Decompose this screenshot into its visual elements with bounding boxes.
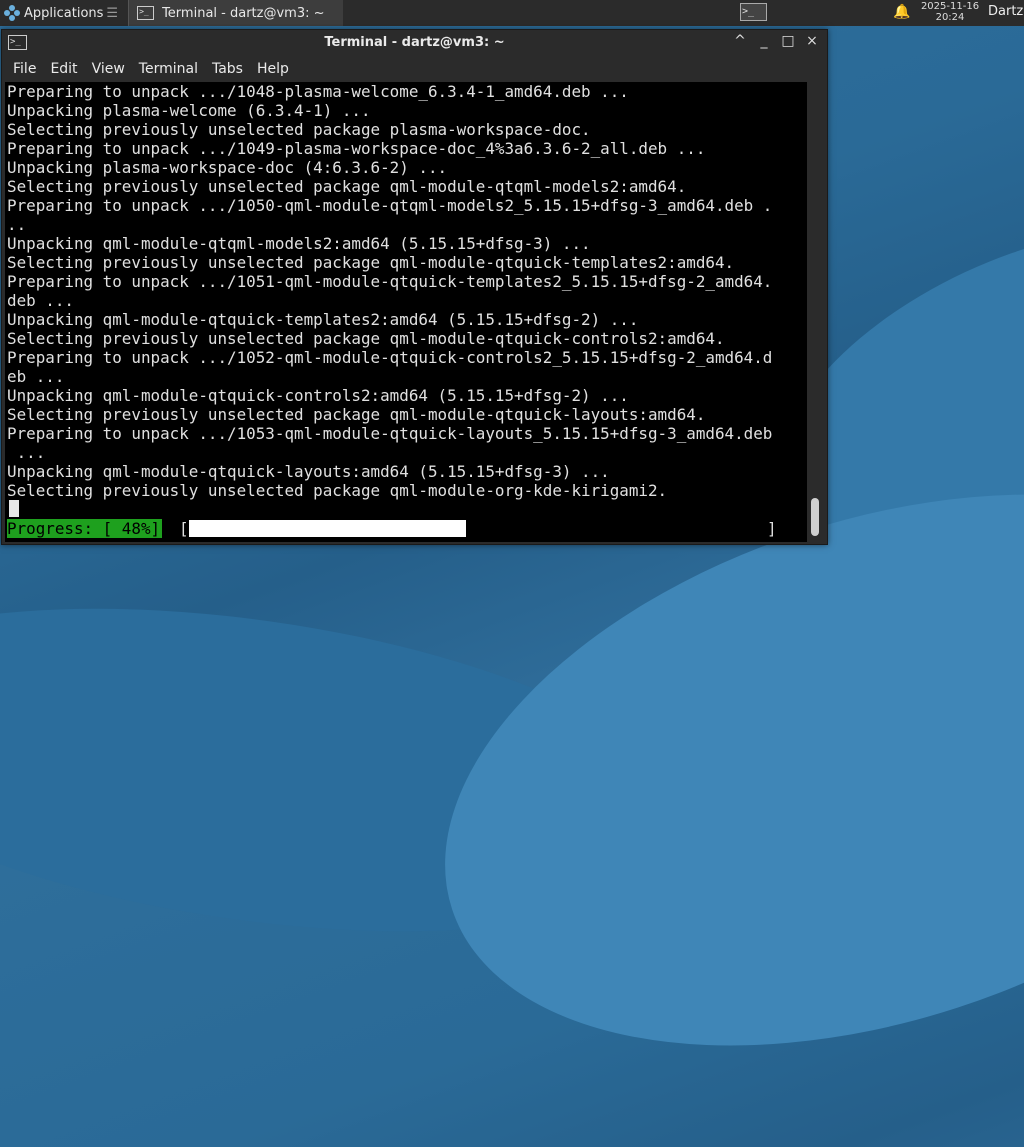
top-panel: Applications ☰ >_ Terminal - dartz@vm3: …: [0, 0, 1024, 26]
applications-menu-button[interactable]: Applications ☰: [0, 0, 122, 26]
menu-separator-icon: ☰: [106, 5, 119, 21]
terminal-window: >_ Terminal - dartz@vm3: ~ ^ _ □ × File …: [1, 29, 828, 545]
terminal-scrollbar[interactable]: [808, 82, 822, 542]
terminal-cursor-line: [5, 500, 807, 519]
terminal-icon: >_: [137, 6, 155, 20]
progress-label: Progress: [ 48%]: [7, 519, 163, 538]
terminal-line: Preparing to unpack .../1051-qml-module-…: [7, 272, 773, 291]
window-titlebar[interactable]: >_ Terminal - dartz@vm3: ~ ^ _ □ ×: [2, 30, 827, 56]
terminal-line: eb ...: [7, 367, 65, 386]
terminal-line: Unpacking qml-module-qtquick-templates2:…: [7, 310, 639, 329]
keep-above-button[interactable]: ^: [733, 33, 747, 49]
terminal-line: Preparing to unpack .../1052-qml-module-…: [7, 348, 773, 367]
clock-time: 20:24: [935, 12, 965, 23]
menu-help[interactable]: Help: [250, 61, 296, 77]
terminal-line: Selecting previously unselected package …: [7, 120, 591, 139]
maximize-button[interactable]: □: [781, 33, 795, 49]
close-button[interactable]: ×: [805, 33, 819, 49]
menu-tabs[interactable]: Tabs: [205, 61, 250, 77]
menu-edit[interactable]: Edit: [43, 61, 84, 77]
terminal-line: Preparing to unpack .../1048-plasma-welc…: [7, 82, 629, 101]
terminal-line: ...: [7, 443, 46, 462]
taskbar-item-terminal[interactable]: >_ Terminal - dartz@vm3: ~: [128, 0, 343, 26]
progress-bar-fill: [189, 520, 467, 537]
terminal-line: Selecting previously unselected package …: [7, 253, 735, 272]
terminal-output[interactable]: Preparing to unpack .../1048-plasma-welc…: [5, 82, 807, 542]
terminal-line: Selecting previously unselected package …: [7, 481, 668, 500]
terminal-line: Unpacking qml-module-qtqml-models2:amd64…: [7, 234, 591, 253]
terminal-lines: Preparing to unpack .../1048-plasma-welc…: [5, 82, 807, 500]
terminal-line: Preparing to unpack .../1049-plasma-work…: [7, 139, 706, 158]
terminal-line: Unpacking plasma-welcome (6.3.4-1) ...: [7, 101, 371, 120]
terminal-line: Preparing to unpack .../1050-qml-module-…: [7, 196, 773, 215]
window-controls: ^ _ □ ×: [733, 33, 819, 49]
terminal-line: Unpacking qml-module-qtquick-layouts:amd…: [7, 462, 610, 481]
terminal-line: Selecting previously unselected package …: [7, 329, 725, 348]
terminal-line: Selecting previously unselected package …: [7, 405, 706, 424]
progress-right-bracket: ]: [767, 519, 777, 538]
terminal-line: Selecting previously unselected package …: [7, 177, 687, 196]
user-menu[interactable]: Dartz: [988, 4, 1023, 19]
applications-label: Applications: [24, 5, 104, 21]
progress-line: Progress: [ 48%] [ ]: [5, 519, 807, 539]
terminal-line: deb ...: [7, 291, 74, 310]
terminal-line: Unpacking qml-module-qtquick-controls2:a…: [7, 386, 629, 405]
progress-left-bracket: [: [179, 519, 189, 538]
clock[interactable]: 2025-11-16 20:24: [916, 1, 984, 23]
menu-file[interactable]: File: [6, 61, 43, 77]
taskbar-item-label: Terminal - dartz@vm3: ~: [162, 5, 325, 21]
terminal-cursor: [9, 500, 19, 517]
progress-bar: [189, 520, 767, 537]
menubar: File Edit View Terminal Tabs Help: [2, 56, 827, 82]
terminal-line: ..: [7, 215, 27, 234]
terminal-line: Preparing to unpack .../1053-qml-module-…: [7, 424, 773, 443]
menu-terminal[interactable]: Terminal: [132, 61, 205, 77]
terminal-launcher-icon[interactable]: >_: [740, 3, 767, 21]
clock-date: 2025-11-16: [920, 1, 980, 12]
applications-logo-icon: [4, 5, 20, 21]
minimize-button[interactable]: _: [757, 33, 771, 49]
scrollbar-thumb[interactable]: [811, 498, 819, 536]
terminal-line: Unpacking plasma-workspace-doc (4:6.3.6-…: [7, 158, 448, 177]
menu-view[interactable]: View: [85, 61, 132, 77]
window-title: Terminal - dartz@vm3: ~: [324, 35, 505, 50]
bell-icon[interactable]: 🔔: [893, 4, 910, 20]
